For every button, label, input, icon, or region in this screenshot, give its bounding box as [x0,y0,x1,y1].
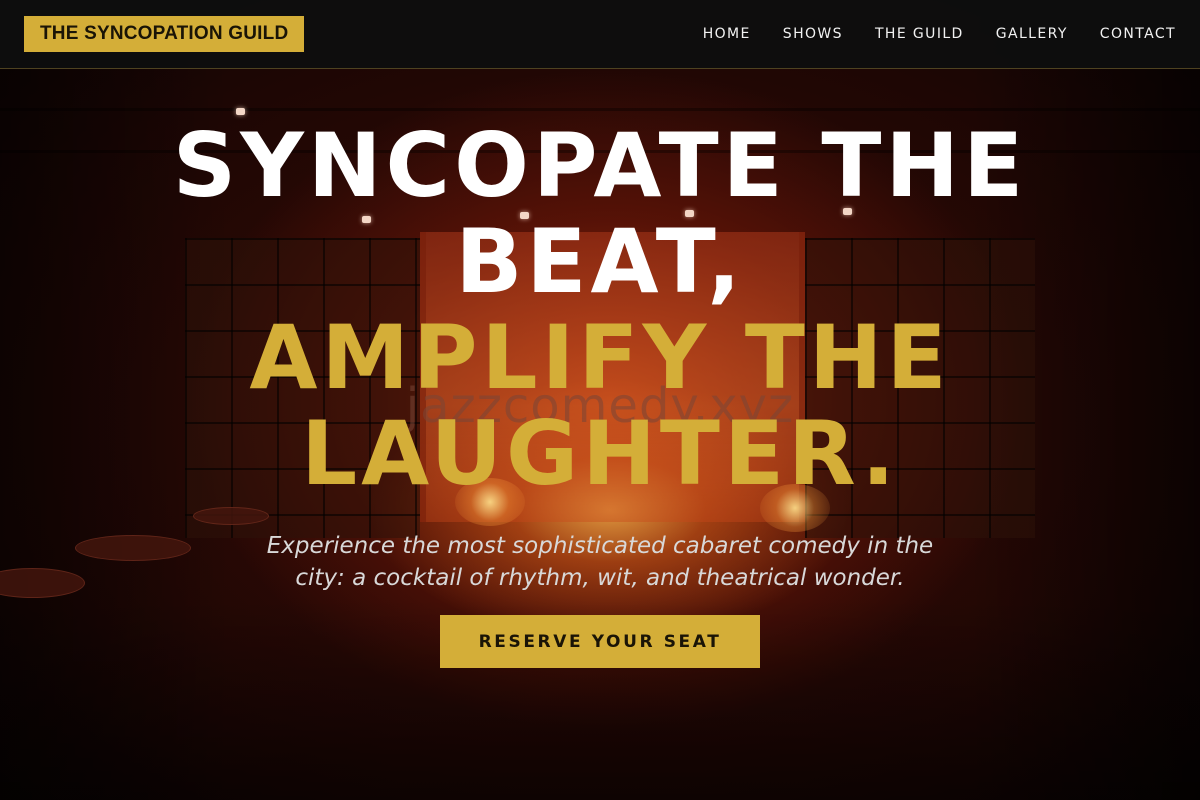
reserve-seat-button[interactable]: RESERVE YOUR SEAT [440,615,760,668]
site-header: THE SYNCOPATION GUILD HOME SHOWS THE GUI… [0,0,1200,69]
hero-tagline: Experience the most sophisticated cabare… [266,533,934,591]
headline-line-white: SYNCOPATE THE BEAT, [172,114,1028,313]
headline-line-gold: AMPLIFY THE LAUGHTER. [249,306,951,505]
hero-headline: SYNCOPATE THE BEAT, AMPLIFY THE LAUGHTER… [120,118,1080,502]
hero-content: SYNCOPATE THE BEAT, AMPLIFY THE LAUGHTER… [0,118,1200,668]
nav-link-contact[interactable]: CONTACT [1100,26,1176,42]
nav-link-shows[interactable]: SHOWS [783,26,843,42]
nav-link-gallery[interactable]: GALLERY [996,26,1068,42]
site-logo[interactable]: THE SYNCOPATION GUILD [24,16,305,52]
nav-link-home[interactable]: HOME [703,26,751,42]
ceiling-beam [0,108,1200,111]
main-navigation: HOME SHOWS THE GUILD GALLERY CONTACT [671,26,1176,42]
nav-link-the-guild[interactable]: THE GUILD [875,26,964,42]
